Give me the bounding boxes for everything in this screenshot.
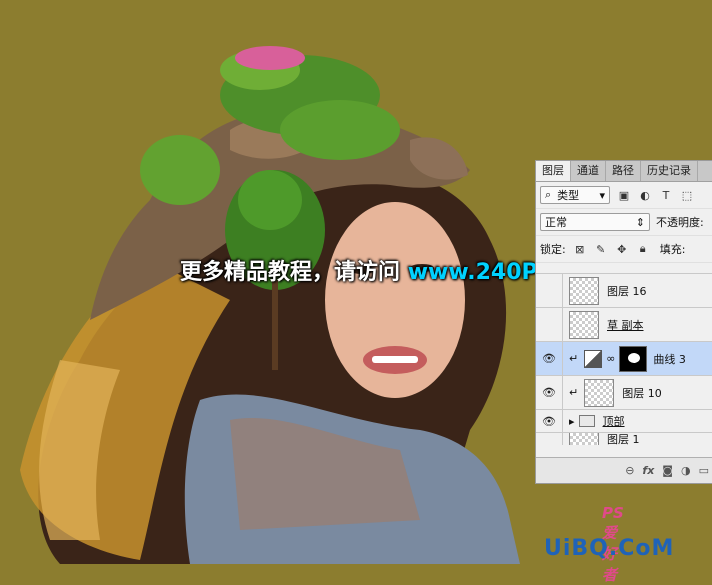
- chain-link-icon[interactable]: ∞: [606, 352, 615, 365]
- chevron-updown-icon: ⇕: [635, 215, 645, 229]
- fill-label: 填充:: [659, 243, 686, 256]
- layer-group-row[interactable]: 👁︎ ▸ 顶部: [536, 409, 712, 432]
- lock-transparent-icon[interactable]: ⊠: [573, 242, 587, 256]
- layer-name: 顶部: [602, 415, 625, 428]
- folder-icon[interactable]: ▭: [699, 464, 709, 477]
- layer-row[interactable]: 图层 16: [536, 273, 712, 307]
- chevron-right-icon[interactable]: ▸: [569, 415, 575, 428]
- tab-channels[interactable]: 通道: [571, 161, 606, 181]
- layer-name: 图层 1: [607, 433, 640, 445]
- lock-all-icon[interactable]: 🔒︎: [636, 242, 650, 256]
- lock-row: 锁定: ⊠ ✎ ✥ 🔒︎ 填充:: [536, 236, 712, 263]
- layers-panel: 图层 通道 路径 历史记录 ⌕ 类型 ▾ ▣ ◐ T ⬚ 正常 ⇕ 不透明度: …: [535, 160, 712, 484]
- panel-tabs: 图层 通道 路径 历史记录: [536, 161, 712, 182]
- adjustment-filter-icon[interactable]: ◐: [638, 188, 652, 202]
- clip-arrow-icon: ↵: [569, 352, 579, 365]
- layer-thumbnail: [569, 310, 599, 339]
- chevron-down-icon: ▾: [599, 188, 605, 202]
- layer-row[interactable]: 草 副本: [536, 307, 712, 341]
- mask-shape: [628, 352, 641, 363]
- blend-row: 正常 ⇕ 不透明度:: [536, 209, 712, 236]
- tab-paths[interactable]: 路径: [606, 161, 641, 181]
- link-icon[interactable]: ⊖: [625, 464, 634, 477]
- eye-icon[interactable]: 👁︎: [536, 410, 563, 432]
- lock-paint-icon[interactable]: ✎: [594, 242, 608, 256]
- visibility-toggle[interactable]: [536, 274, 563, 307]
- layer-row[interactable]: 图层 1: [536, 432, 712, 445]
- layer-name: 图层 16: [607, 284, 647, 298]
- tab-history[interactable]: 历史记录: [641, 161, 698, 181]
- filter-row: ⌕ 类型 ▾ ▣ ◐ T ⬚: [536, 182, 712, 209]
- mask-icon[interactable]: ◙: [662, 464, 673, 477]
- layer-row[interactable]: 👁︎ ↵ ∞ 曲线 3: [536, 341, 712, 375]
- type-filter-icon[interactable]: T: [659, 188, 673, 202]
- layer-name: 草 副本: [607, 318, 644, 332]
- blend-mode-value: 正常: [545, 216, 567, 229]
- layer-mask-thumbnail[interactable]: [619, 345, 648, 372]
- shape-filter-icon[interactable]: ⬚: [680, 188, 694, 202]
- logo-title: UiBQ.CoM: [544, 536, 675, 561]
- curves-adjustment-icon: [584, 349, 603, 368]
- watermark-chinese: 更多精品教程，请访问: [180, 260, 401, 285]
- panel-bottom-bar: ⊖ fx ◙ ◑ ▭: [536, 457, 712, 483]
- layer-thumbnail: [569, 276, 599, 305]
- clip-arrow-icon: ↵: [569, 386, 579, 399]
- eye-icon[interactable]: [536, 433, 563, 445]
- opacity-label: 不透明度:: [656, 216, 704, 229]
- folder-icon: [578, 415, 595, 427]
- layer-thumbnail: [569, 433, 599, 445]
- eye-icon[interactable]: 👁︎: [536, 342, 563, 375]
- layer-name: 曲线 3: [653, 352, 686, 366]
- lock-move-icon[interactable]: ✥: [615, 242, 629, 256]
- eye-icon[interactable]: 👁︎: [536, 376, 563, 409]
- layer-filter-select[interactable]: ⌕ 类型 ▾: [540, 186, 610, 204]
- visibility-toggle[interactable]: [536, 308, 563, 341]
- lock-label: 锁定:: [540, 243, 566, 256]
- blend-mode-select[interactable]: 正常 ⇕: [540, 213, 650, 231]
- layer-row[interactable]: 👁︎ ↵ 图层 10: [536, 375, 712, 409]
- layer-thumbnail: [584, 378, 615, 407]
- fx-icon[interactable]: fx: [642, 464, 654, 477]
- search-icon: ⌕: [545, 188, 552, 201]
- image-filter-icon[interactable]: ▣: [617, 188, 631, 202]
- layer-name: 图层 10: [622, 386, 662, 400]
- adjustment-icon[interactable]: ◑: [681, 464, 691, 477]
- layer-list: 图层 16 草 副本 👁︎ ↵ ∞ 曲线 3 👁︎ ↵ 图层 10 👁︎ ▸ 顶…: [536, 273, 712, 445]
- filter-kind-label: 类型: [557, 189, 580, 202]
- tab-layers[interactable]: 图层: [536, 161, 571, 181]
